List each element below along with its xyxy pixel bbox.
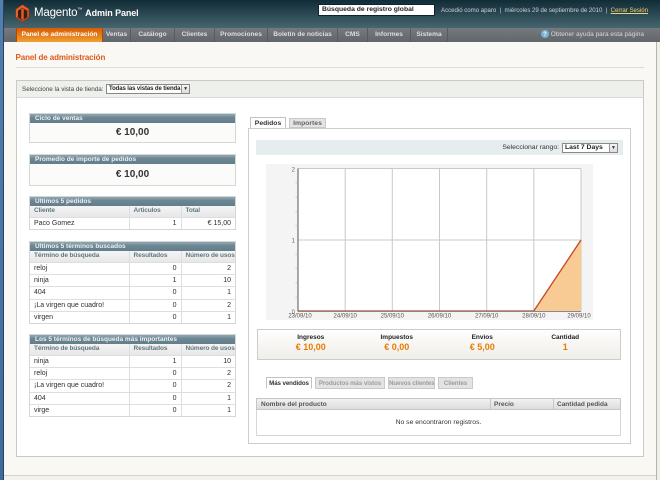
svg-text:23/09/10: 23/09/10 — [288, 314, 312, 320]
svg-text:29/09/10: 29/09/10 — [567, 314, 591, 320]
svg-text:?: ? — [543, 32, 547, 38]
svg-text:25/09/10: 25/09/10 — [381, 314, 405, 320]
svg-text:24/09/10: 24/09/10 — [334, 314, 358, 320]
svg-text:28/09/10: 28/09/10 — [522, 314, 546, 320]
svg-text:26/09/10: 26/09/10 — [428, 314, 452, 320]
svg-text:27/09/10: 27/09/10 — [475, 314, 499, 320]
